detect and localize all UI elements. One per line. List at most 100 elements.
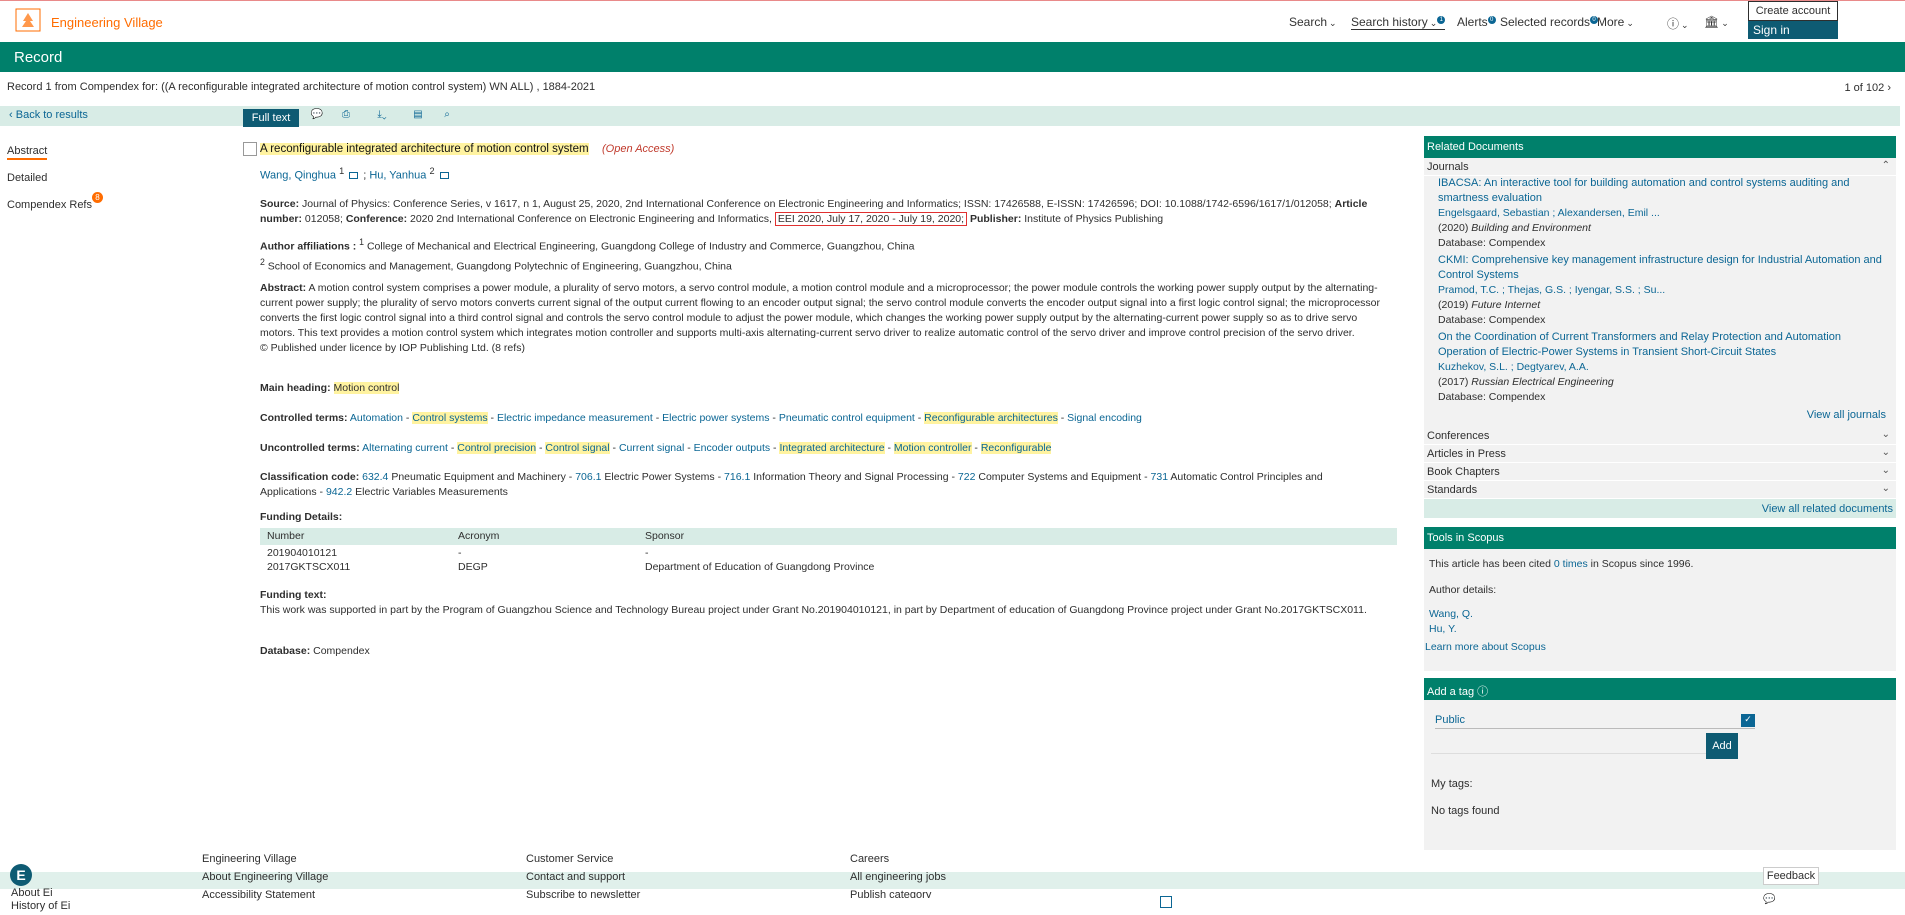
brand-name[interactable]: Engineering Village [51,15,163,30]
author-link[interactable]: Hu, Yanhua [369,170,426,182]
term-link[interactable]: Signal encoding [1067,412,1142,424]
footer-link[interactable]: Publish category [850,886,946,898]
related-authors[interactable]: Kuzhekov, S.L. ; Degtyarev, A.A. [1438,361,1589,373]
sign-in-button[interactable]: Sign in [1748,21,1838,39]
footer-link[interactable]: Customer Service [526,850,640,868]
author-link[interactable]: Wang, Qinghua [260,170,336,182]
term-link[interactable]: Integrated architecture [779,442,885,454]
footer-col-careers: Careers All engineering jobs Publish cat… [850,850,946,898]
scopus-author-link[interactable]: Wang, Q. [1429,608,1473,620]
class-code-link[interactable]: 632.4 [362,471,388,483]
class-code-link[interactable]: 706.1 [575,471,601,483]
add-tag-button[interactable]: Add [1706,733,1738,759]
elsevier-logo[interactable] [14,7,42,35]
tag-visibility-select[interactable]: Public ✓ [1435,714,1755,729]
related-journal-link[interactable]: CKMI: Comprehensive key management infra… [1438,254,1882,281]
help-icon: ⓘ [1667,17,1680,31]
table-row: 2017GKTSCX011 DEGP Department of Educati… [267,561,875,573]
journals-toggle[interactable]: Journals ⌃ [1424,158,1896,176]
tags-panel: Public ✓ Add My tags: No tags found [1424,700,1896,858]
cited-times-link[interactable]: 0 times [1554,558,1588,570]
back-to-results-link[interactable]: ‹ Back to results [9,109,88,121]
term-link[interactable]: Reconfigurable [980,442,1052,454]
checkbox-icon[interactable] [1160,896,1172,908]
term-link[interactable]: Control systems [412,412,488,424]
scopus-author-link[interactable]: Hu, Y. [1429,623,1457,635]
nav-more[interactable]: More ⌄ [1597,15,1634,29]
view-all-journals-link[interactable]: View all journals [1807,409,1886,421]
footer-link[interactable]: Engineering Village [202,850,328,868]
tab-compendex-refs[interactable]: Compendex Refs8 [7,192,103,211]
footer-link[interactable]: Accessibility Statement [202,886,328,904]
related-authors[interactable]: Engelsgaard, Sebastian ; Alexandersen, E… [1438,207,1660,219]
record-toolbar: ‹ Back to results Full text 💬 ⎙ ⤓⌄ ▤ ⌕ [0,106,1900,127]
record-side-nav: Abstract Detailed Compendex Refs8 [7,138,103,219]
footer-link[interactable]: About Ei [11,887,53,899]
select-record-checkbox[interactable] [243,142,257,156]
footer-link[interactable]: History of Ei [11,900,70,912]
tag-input[interactable] [1431,734,1731,754]
tab-abstract[interactable]: Abstract [7,144,48,160]
term-link[interactable]: Encoder outputs [694,442,770,454]
standards-toggle[interactable]: Standards ⌄ [1424,481,1896,499]
term-link[interactable]: Control signal [545,442,610,454]
term-link[interactable]: Motion controller [893,442,972,454]
footer-col-ev: Engineering Village About Engineering Vi… [202,850,328,904]
term-link[interactable]: Electric impedance measurement [497,412,653,424]
footer-link[interactable]: Careers [850,850,946,868]
conference-dates: EEI 2020, July 17, 2020 - July 19, 2020; [774,212,968,226]
comment-icon[interactable]: 💬 [310,109,324,122]
class-code-link[interactable]: 722 [958,471,976,483]
ei-logo: E [10,864,32,886]
book-chapters-toggle[interactable]: Book Chapters ⌄ [1424,463,1896,481]
class-code-link[interactable]: 942.2 [326,486,352,498]
term-link[interactable]: Reconfigurable architectures [924,412,1058,424]
related-journal-link[interactable]: On the Coordination of Current Transform… [1438,331,1841,358]
chevron-down-icon: ⌄ [1329,18,1337,28]
email-icon[interactable] [439,172,449,180]
related-authors[interactable]: Pramod, T.C. ; Thejas, G.S. ; Iyengar, S… [1438,284,1665,296]
classification-codes: Classification code: 632.4 Pneumatic Equ… [260,471,1323,498]
search-icon[interactable]: ⌕ [440,109,454,122]
chat-icon[interactable]: 💬 [1763,894,1775,905]
footer-link[interactable]: Contact and support [526,868,640,886]
nav-alerts[interactable]: Alerts 0 [1457,15,1496,29]
related-documents: Journals ⌃ IBACSA: An interactive tool fo… [1424,158,1896,518]
conferences-toggle[interactable]: Conferences ⌄ [1424,427,1896,445]
footer-link[interactable]: Subscribe to newsletter [526,886,640,904]
class-code-link[interactable]: 731 [1151,471,1169,483]
nav-search-history[interactable]: Search history ⌄ 1 [1351,15,1446,30]
learn-more-scopus-link[interactable]: Learn more about Scopus [1425,641,1546,653]
related-journal-link[interactable]: IBACSA: An interactive tool for building… [1438,177,1850,204]
next-record-icon[interactable]: › [1887,82,1891,94]
info-icon[interactable]: ⓘ [1477,686,1488,698]
class-code-link[interactable]: 716.1 [724,471,750,483]
term-link[interactable]: Current signal [619,442,684,454]
term-link[interactable]: Automation [350,412,403,424]
email-icon[interactable] [349,172,359,180]
list-item: CKMI: Comprehensive key management infra… [1438,254,1882,326]
download-icon[interactable]: ⤓⌄ [370,109,394,122]
institution-icon: 🏛 [1704,15,1720,29]
term-link[interactable]: Alternating current [362,442,448,454]
open-access-label: (Open Access) [602,143,675,155]
view-all-related-link[interactable]: View all related documents [1762,503,1893,515]
articles-in-press-toggle[interactable]: Articles in Press ⌄ [1424,445,1896,463]
footer-link[interactable]: All engineering jobs [850,868,946,886]
footer-link[interactable]: About Engineering Village [202,868,328,886]
nav-search[interactable]: Search ⌄ [1289,15,1337,29]
term-link[interactable]: Electric power systems [662,412,769,424]
full-text-button[interactable]: Full text [243,109,299,127]
feedback-button[interactable]: Feedback [1763,867,1819,885]
save-icon[interactable]: ▤ [411,109,425,122]
term-link[interactable]: Control precision [457,442,537,454]
institution-menu[interactable]: 🏛 ⌄ [1704,15,1729,29]
alerts-count: 0 [1487,16,1496,24]
create-account-button[interactable]: Create account [1748,1,1838,21]
help-menu[interactable]: ⓘ ⌄ [1667,15,1689,32]
no-tags-message: No tags found [1431,805,1500,817]
tab-detailed[interactable]: Detailed [7,172,47,184]
nav-selected-records[interactable]: Selected records 0 [1500,15,1599,29]
term-link[interactable]: Pneumatic control equipment [779,412,915,424]
print-icon[interactable]: ⎙ [339,109,353,122]
